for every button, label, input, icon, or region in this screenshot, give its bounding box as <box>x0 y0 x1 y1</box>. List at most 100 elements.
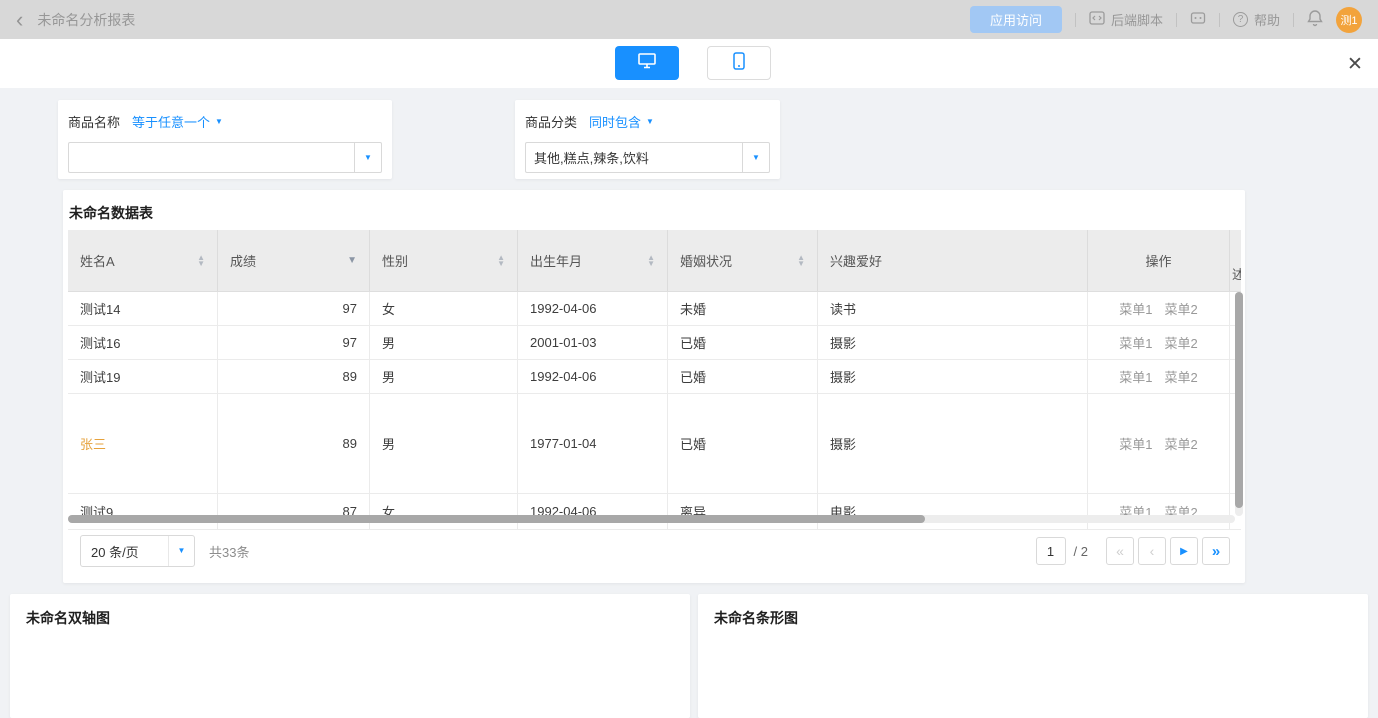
cell-name: 张三 <box>68 394 218 493</box>
next-page-button[interactable]: ▶ <box>1170 537 1198 565</box>
filter-operator-dropdown[interactable]: 等于任意一个 ▼ <box>132 112 223 131</box>
filter-product-name: 商品名称 等于任意一个 ▼ ▼ <box>58 100 392 179</box>
vertical-scrollbar[interactable] <box>1235 292 1243 516</box>
preview-toolbar: ✕ <box>0 39 1378 88</box>
divider <box>1219 13 1220 27</box>
chevron-down-icon: ▼ <box>364 154 372 162</box>
divider <box>1075 13 1076 27</box>
product-name-input[interactable] <box>68 142 354 173</box>
monitor-icon <box>638 53 656 74</box>
data-table-card: 未命名数据表 姓名A ▲▼ 成绩 ▼ 性别 ▲▼ 出生年月 <box>63 190 1245 583</box>
sort-desc-icon[interactable]: ▼ <box>347 255 357 266</box>
action-menu1[interactable]: 菜单1 <box>1119 299 1152 318</box>
page-title: 未命名分析报表 <box>37 10 135 30</box>
action-menu1[interactable]: 菜单1 <box>1119 434 1152 453</box>
total-count: 共33条 <box>209 542 249 561</box>
cell-marital: 已婚 <box>668 394 818 493</box>
script-icon <box>1089 11 1105 28</box>
cell-hobby: 摄影 <box>818 394 1088 493</box>
bar-chart-card: 未命名条形图 <box>698 594 1368 718</box>
vertical-scrollbar-thumb[interactable] <box>1235 292 1243 508</box>
previous-page-button[interactable]: ‹ <box>1138 537 1166 565</box>
page-number-input[interactable] <box>1036 537 1066 565</box>
action-menu2[interactable]: 菜单2 <box>1165 333 1198 352</box>
cell-score: 87 <box>218 494 370 529</box>
filter-dropdown-button[interactable]: ▼ <box>742 142 770 173</box>
product-category-select[interactable]: 其他,糕点,辣条,饮料 <box>525 142 742 173</box>
mobile-mode-button[interactable] <box>707 46 771 80</box>
first-page-button[interactable]: « <box>1106 537 1134 565</box>
sort-icon[interactable]: ▲▼ <box>797 255 805 267</box>
pagination-bar: 20 条/页 ▼ 共33条 / 2 « ‹ ▶ » <box>68 535 1240 567</box>
horizontal-scrollbar[interactable] <box>68 515 1235 523</box>
filter-dropdown-button[interactable]: ▼ <box>354 142 382 173</box>
column-header-marital[interactable]: 婚姻状况 ▲▼ <box>668 230 818 291</box>
cell-name: 测试16 <box>68 326 218 359</box>
column-header-partial[interactable]: 述 <box>1230 230 1241 291</box>
page-size-select[interactable]: 20 条/页 ▼ <box>80 535 195 567</box>
help-button[interactable]: ? 帮助 <box>1233 10 1280 29</box>
sort-icon[interactable]: ▲▼ <box>497 255 505 267</box>
horizontal-scrollbar-thumb[interactable] <box>68 515 925 523</box>
topbar: ‹ 未命名分析报表 应用访问 后端脚本 ? 帮助 测1 <box>0 0 1378 39</box>
action-menu1[interactable]: 菜单1 <box>1119 367 1152 386</box>
filter-product-category: 商品分类 同时包含 ▼ 其他,糕点,辣条,饮料 ▼ <box>515 100 780 179</box>
cell-birthday: 1992-04-06 <box>518 292 668 325</box>
action-menu1[interactable]: 菜单1 <box>1119 333 1152 352</box>
cell-actions: 菜单1 菜单2 <box>1088 292 1230 325</box>
filter-operator-dropdown[interactable]: 同时包含 ▼ <box>589 112 654 131</box>
cell-birthday: 1992-04-06 <box>518 360 668 393</box>
table-row[interactable]: 测试9 87 女 1992-04-06 离异 电影 菜单1 菜单2 <box>68 494 1241 530</box>
table-row[interactable]: 测试16 97 男 2001-01-03 已婚 摄影 菜单1 菜单2 <box>68 326 1241 360</box>
column-label: 述 <box>1232 264 1241 283</box>
app-access-button[interactable]: 应用访问 <box>970 6 1062 33</box>
chart-title: 未命名双轴图 <box>26 608 674 628</box>
sort-icon[interactable]: ▲▼ <box>647 255 655 267</box>
backend-script-button[interactable]: 后端脚本 <box>1089 10 1163 29</box>
action-menu2[interactable]: 菜单2 <box>1165 434 1198 453</box>
table-header-row: 姓名A ▲▼ 成绩 ▼ 性别 ▲▼ 出生年月 ▲▼ <box>68 230 1241 292</box>
filter-operator-label: 等于任意一个 <box>132 112 210 131</box>
action-menu2[interactable]: 菜单2 <box>1165 367 1198 386</box>
chevron-down-icon: ▼ <box>215 118 223 126</box>
cell-hobby: 摄影 <box>818 326 1088 359</box>
action-menu2[interactable]: 菜单2 <box>1165 299 1198 318</box>
avatar[interactable]: 测1 <box>1336 7 1362 33</box>
cell-name: 测试9 <box>68 494 218 529</box>
cell-hobby: 读书 <box>818 292 1088 325</box>
cell-gender: 女 <box>370 292 518 325</box>
record-link[interactable]: 张三 <box>80 434 106 453</box>
pagination-controls: / 2 « ‹ ▶ » <box>1036 537 1230 565</box>
topbar-actions: 应用访问 后端脚本 ? 帮助 测1 <box>970 6 1362 33</box>
column-label: 性别 <box>382 251 408 270</box>
data-table: 姓名A ▲▼ 成绩 ▼ 性别 ▲▼ 出生年月 ▲▼ <box>68 230 1241 530</box>
column-header-hobby[interactable]: 兴趣爱好 <box>818 230 1088 291</box>
table-row[interactable]: 测试14 97 女 1992-04-06 未婚 读书 菜单1 菜单2 <box>68 292 1241 326</box>
last-page-button[interactable]: » <box>1202 537 1230 565</box>
cell-score: 89 <box>218 394 370 493</box>
cell-hobby: 摄影 <box>818 360 1088 393</box>
filter-label: 商品名称 <box>68 112 120 131</box>
sort-icon[interactable]: ▲▼ <box>197 255 205 267</box>
phone-icon <box>733 52 745 75</box>
cell-actions: 菜单1 菜单2 <box>1088 494 1230 529</box>
back-icon[interactable]: ‹ <box>16 10 23 30</box>
help-icon: ? <box>1233 12 1248 27</box>
table-row[interactable]: 张三 89 男 1977-01-04 已婚 摄影 菜单1 菜单2 <box>68 394 1241 494</box>
column-header-gender[interactable]: 性别 ▲▼ <box>370 230 518 291</box>
cell-marital: 已婚 <box>668 326 818 359</box>
close-icon[interactable]: ✕ <box>1342 51 1368 77</box>
app-icon-button[interactable] <box>1190 10 1206 29</box>
column-header-birthday[interactable]: 出生年月 ▲▼ <box>518 230 668 291</box>
desktop-mode-button[interactable] <box>615 46 679 80</box>
cell-score: 97 <box>218 292 370 325</box>
column-header-score[interactable]: 成绩 ▼ <box>218 230 370 291</box>
table-body: 测试14 97 女 1992-04-06 未婚 读书 菜单1 菜单2 测试16 … <box>68 292 1241 530</box>
device-toggle <box>615 46 771 80</box>
column-label: 成绩 <box>230 251 256 270</box>
backend-script-label: 后端脚本 <box>1111 10 1163 29</box>
table-row[interactable]: 测试19 89 男 1992-04-06 已婚 摄影 菜单1 菜单2 <box>68 360 1241 394</box>
notifications-button[interactable] <box>1307 9 1323 30</box>
cell-marital: 离异 <box>668 494 818 529</box>
column-header-name[interactable]: 姓名A ▲▼ <box>68 230 218 291</box>
